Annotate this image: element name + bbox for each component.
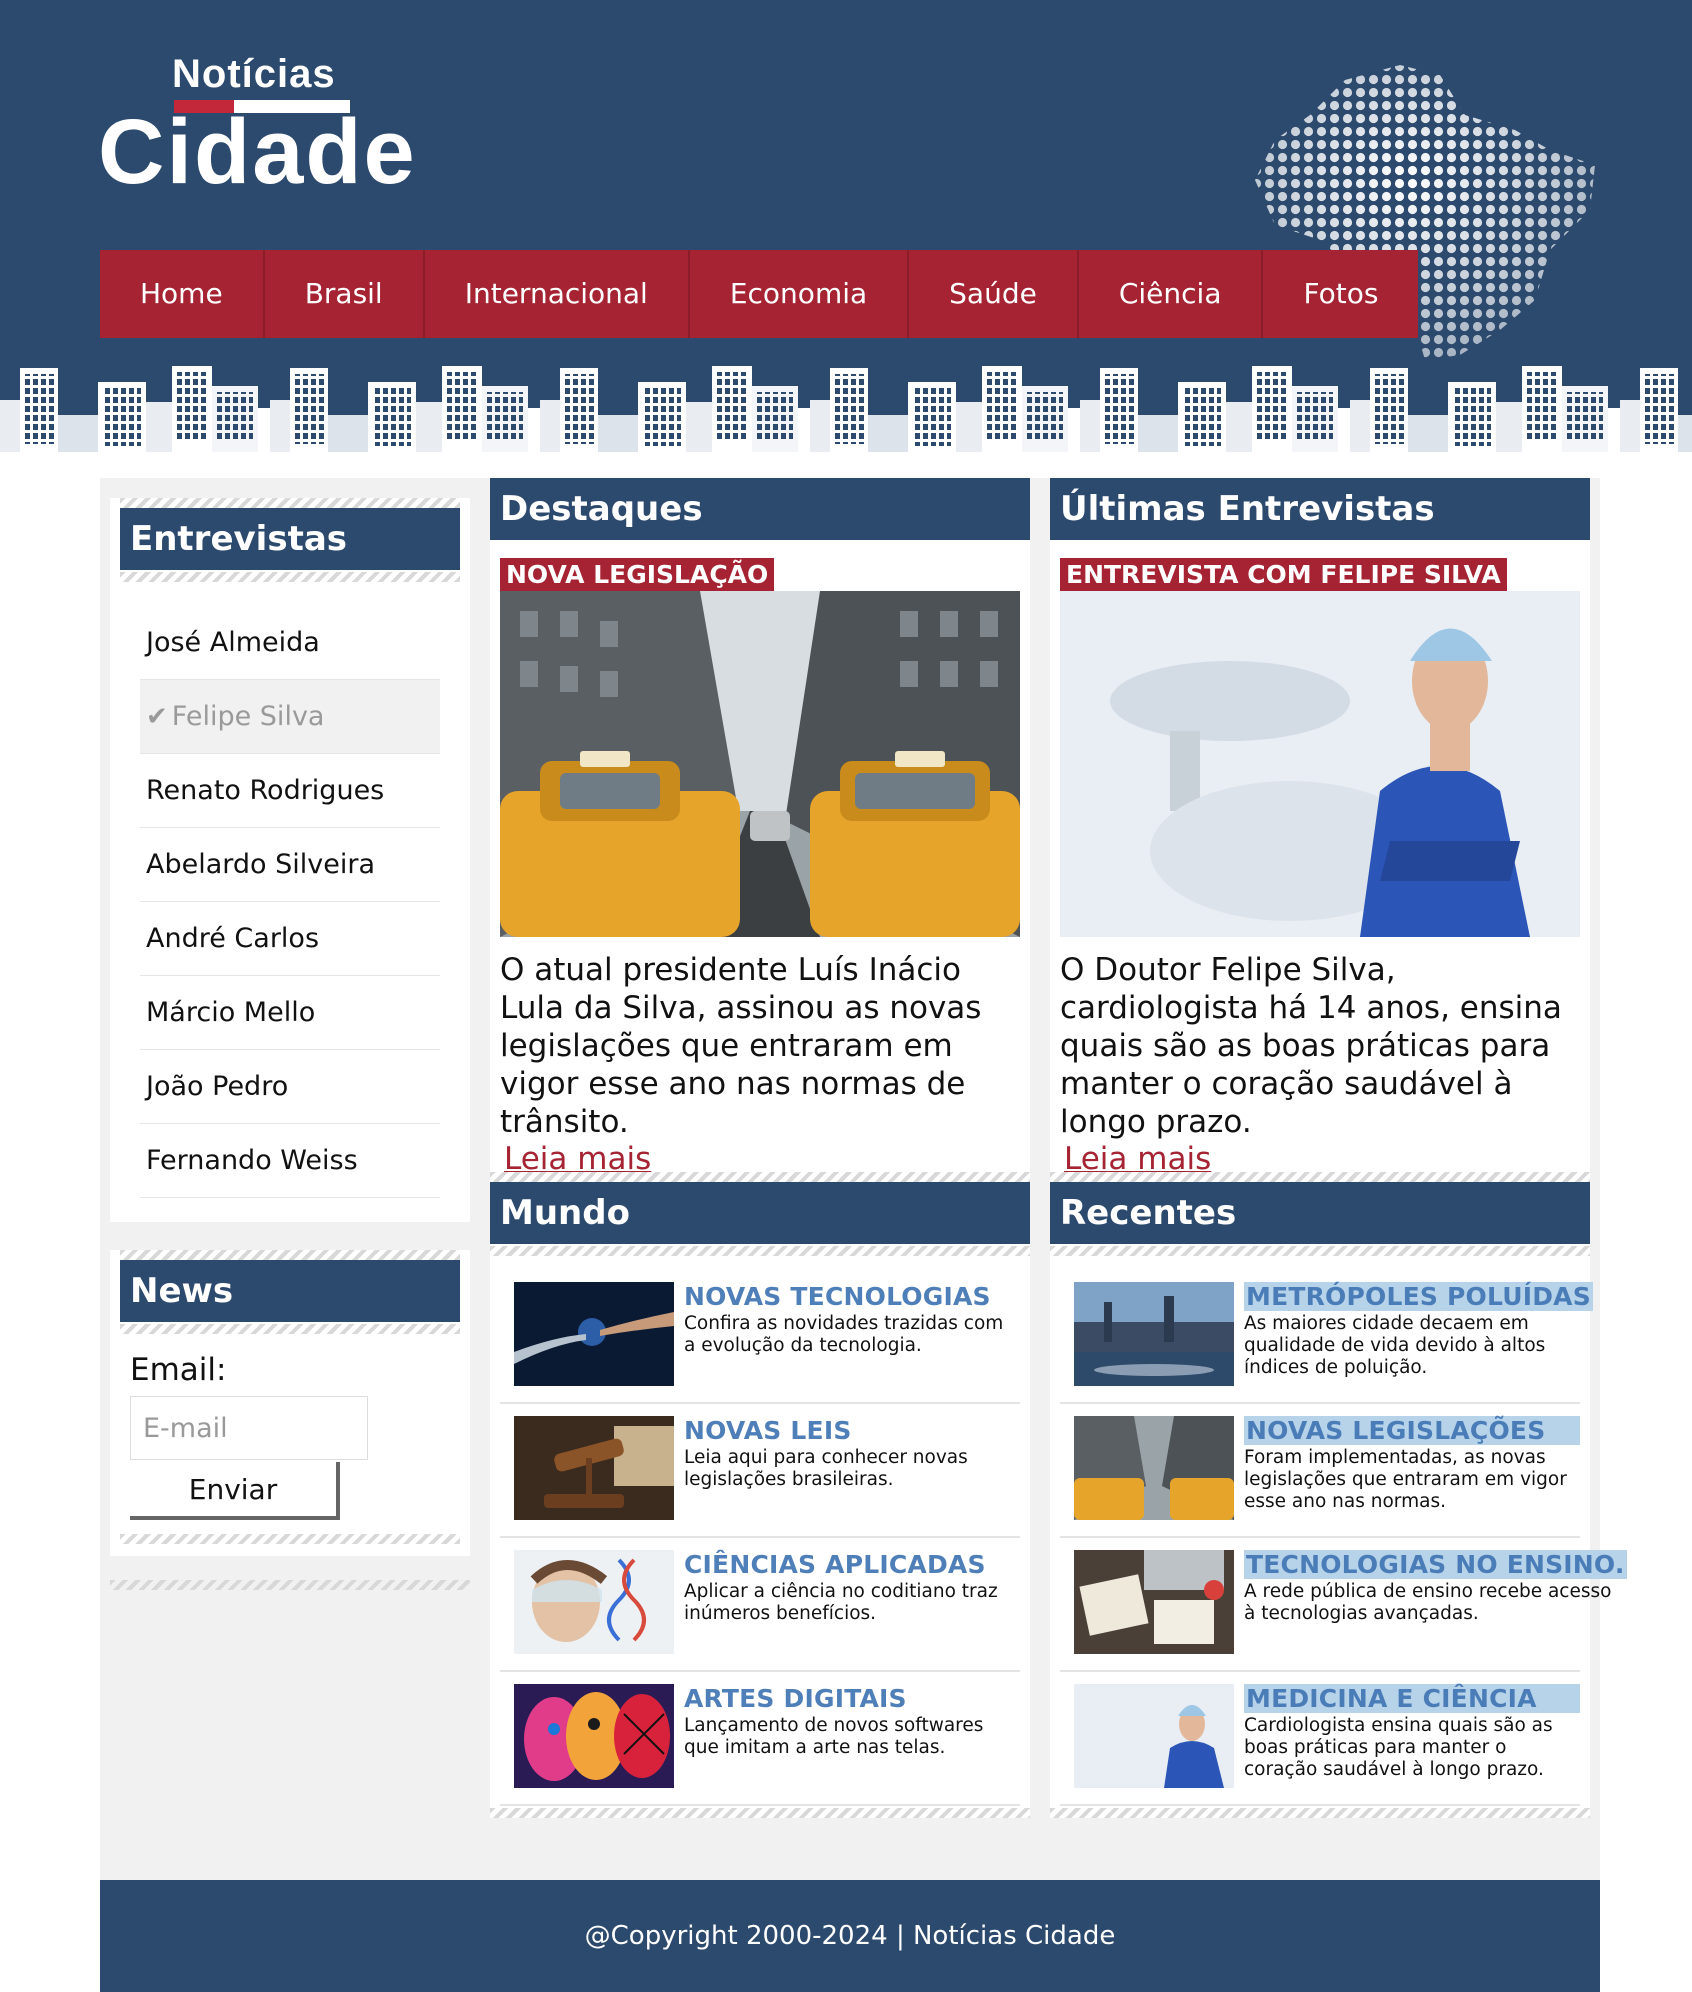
- world-item-title[interactable]: ARTES DIGITAIS: [684, 1684, 1020, 1713]
- check-icon: ✔: [146, 702, 168, 732]
- highlights-card: Destaques NOVA LEGISLAÇÃO O atual presid…: [490, 478, 1030, 1191]
- nav-saude[interactable]: Saúde: [909, 250, 1079, 338]
- highlights-title: Destaques: [490, 478, 1030, 540]
- nav-home[interactable]: Home: [100, 250, 265, 338]
- city-skyline-image[interactable]: [1074, 1282, 1234, 1386]
- recent-item-title[interactable]: MEDICINA E CIÊNCIA: [1244, 1684, 1580, 1713]
- recent-item-title[interactable]: NOVAS LEGISLAÇÕES: [1244, 1416, 1580, 1445]
- latest-interviews-text: O Doutor Felipe Silva, cardiologista há …: [1060, 952, 1562, 1140]
- interviews-panel: Entrevistas José Almeida ✔ Felipe Silva R…: [110, 498, 470, 1222]
- copyright-text: @Copyright 2000-2024 | Notícias Cidade: [584, 1921, 1116, 1951]
- latest-interviews-card: Últimas Entrevistas ENTREVISTA COM FELIP…: [1050, 478, 1590, 1191]
- interview-item-felipe-silva[interactable]: ✔ Felipe Silva: [140, 680, 440, 754]
- interview-item-marcio-mello[interactable]: Márcio Mello: [140, 976, 440, 1050]
- logo-small-text: Notícias: [172, 52, 336, 96]
- site-logo[interactable]: Notícias Cidade: [98, 50, 415, 200]
- highlights-text: O atual presidente Luís Inácio Lula da S…: [500, 952, 982, 1140]
- list-item: CIÊNCIAS APLICADAS Aplicar a ciência no …: [500, 1538, 1020, 1672]
- divider: [120, 1324, 460, 1334]
- interviews-list: José Almeida ✔ Felipe Silva Renato Rodrig…: [120, 582, 460, 1208]
- list-item: NOVAS LEIS Leia aqui para conhecer novas…: [500, 1404, 1020, 1538]
- world-item-desc: Lançamento de novos softwares que imitam…: [684, 1715, 984, 1758]
- site-footer: @Copyright 2000-2024 | Notícias Cidade: [100, 1880, 1600, 1992]
- interview-item-joao-pedro[interactable]: João Pedro: [140, 1050, 440, 1124]
- nav-economia[interactable]: Economia: [690, 250, 910, 338]
- recent-item-title[interactable]: METRÓPOLES POLUÍDAS: [1244, 1282, 1593, 1311]
- interview-item-abelardo-silveira[interactable]: Abelardo Silveira: [140, 828, 440, 902]
- recent-card: Recentes METRÓPOLES POLUÍDAS As maiores …: [1050, 1172, 1627, 1818]
- gavel-image[interactable]: [514, 1416, 674, 1520]
- interview-item-fernando-weiss[interactable]: Fernando Weiss: [140, 1124, 440, 1198]
- divider: [120, 1250, 460, 1260]
- interview-item-jose-almeida[interactable]: José Almeida: [140, 606, 440, 680]
- doctor-thumb[interactable]: [1074, 1684, 1234, 1788]
- recent-item-desc: Foram implementadas, as novas legislaçõe…: [1244, 1447, 1567, 1512]
- divider: [120, 1534, 460, 1544]
- list-item: TECNOLOGIAS NO ENSINO. A rede pública de…: [1060, 1538, 1627, 1672]
- sidebar: Entrevistas José Almeida ✔ Felipe Silva R…: [110, 498, 470, 1590]
- recent-item-desc: Cardiologista ensina quais são as boas p…: [1244, 1715, 1553, 1780]
- divider: [1050, 1172, 1590, 1182]
- world-item-title[interactable]: NOVAS LEIS: [684, 1416, 1020, 1445]
- recent-item-desc: As maiores cidade decaem em qualidade de…: [1244, 1313, 1546, 1378]
- recent-title: Recentes: [1050, 1182, 1590, 1244]
- world-title: Mundo: [490, 1182, 1030, 1244]
- nav-brasil[interactable]: Brasil: [265, 250, 425, 338]
- interview-item-andre-carlos[interactable]: André Carlos: [140, 902, 440, 976]
- divider: [120, 572, 460, 582]
- world-item-desc: Confira as novidades trazidas com a evol…: [684, 1313, 1004, 1356]
- tech-hands-image[interactable]: [514, 1282, 674, 1386]
- divider: [110, 1580, 470, 1590]
- world-card: Mundo NOVAS TECNOLOGIAS Confira as novid…: [490, 1172, 1030, 1818]
- divider: [1050, 1808, 1590, 1818]
- world-item-desc: Aplicar a ciência no coditiano traz inúm…: [684, 1581, 998, 1624]
- email-field[interactable]: [130, 1396, 368, 1460]
- taxi-street-thumb[interactable]: [1074, 1416, 1234, 1520]
- doctor-image[interactable]: [1060, 591, 1580, 937]
- divider: [1050, 1246, 1590, 1256]
- main-nav: Home Brasil Internacional Economia Saúde…: [100, 250, 1419, 338]
- divider: [490, 1172, 1030, 1182]
- world-item-title[interactable]: NOVAS TECNOLOGIAS: [684, 1282, 1020, 1311]
- site-header: Notícias Cidade Home Brasil Internaciona…: [0, 0, 1692, 458]
- nav-internacional[interactable]: Internacional: [425, 250, 690, 338]
- city-skyline-decoration: [0, 366, 1692, 458]
- divider: [490, 1808, 1030, 1818]
- list-item: METRÓPOLES POLUÍDAS As maiores cidade de…: [1060, 1270, 1593, 1404]
- nav-fotos[interactable]: Fotos: [1263, 250, 1418, 338]
- recent-item-desc: A rede pública de ensino recebe acesso à…: [1244, 1581, 1612, 1624]
- latest-interviews-title: Últimas Entrevistas: [1050, 478, 1590, 540]
- desk-laptop-image[interactable]: [1074, 1550, 1234, 1654]
- divider: [490, 1246, 1030, 1256]
- scientist-image[interactable]: [514, 1550, 674, 1654]
- latest-interviews-tag: ENTREVISTA COM FELIPE SILVA: [1060, 558, 1507, 591]
- interviews-title: Entrevistas: [120, 508, 460, 570]
- interview-item-label: Felipe Silva: [171, 701, 325, 732]
- send-button[interactable]: Enviar: [130, 1462, 340, 1520]
- nav-ciencia[interactable]: Ciência: [1079, 250, 1264, 338]
- logo-big-text: Cidade: [98, 101, 417, 203]
- recent-item-title[interactable]: TECNOLOGIAS NO ENSINO.: [1244, 1550, 1627, 1579]
- interview-item-renato-rodrigues[interactable]: Renato Rodrigues: [140, 754, 440, 828]
- list-item: MEDICINA E CIÊNCIA Cardiologista ensina …: [1060, 1672, 1580, 1806]
- highlights-tag: NOVA LEGISLAÇÃO: [500, 558, 775, 591]
- email-label: Email:: [130, 1352, 227, 1388]
- world-item-desc: Leia aqui para conhecer novas legislaçõe…: [684, 1447, 968, 1490]
- list-item: ARTES DIGITAIS Lançamento de novos softw…: [500, 1672, 1020, 1806]
- world-item-title[interactable]: CIÊNCIAS APLICADAS: [684, 1550, 1020, 1579]
- newsletter-title: News: [120, 1260, 460, 1322]
- list-item: NOVAS TECNOLOGIAS Confira as novidades t…: [500, 1270, 1020, 1404]
- divider: [120, 498, 460, 508]
- newsletter-panel: News Email: Enviar: [110, 1250, 470, 1556]
- list-item: NOVAS LEGISLAÇÕES Foram implementadas, a…: [1060, 1404, 1580, 1538]
- taxi-street-image[interactable]: [500, 591, 1020, 937]
- digital-art-image[interactable]: [514, 1684, 674, 1788]
